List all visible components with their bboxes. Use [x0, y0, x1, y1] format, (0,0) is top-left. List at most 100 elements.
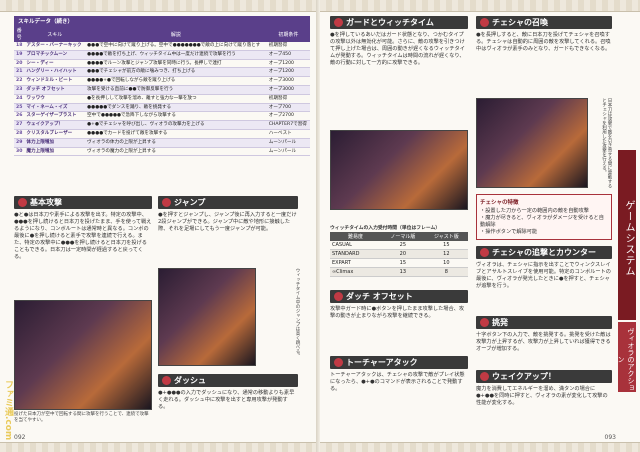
- guard-title: ガードとウィッチタイム: [330, 16, 468, 29]
- skill-num-cell: 26: [14, 111, 25, 122]
- skill-name-cell: ブロマチックムーン: [24, 50, 86, 60]
- offset-text: 攻撃中ガード時に●ボタンを押したまま攻撃した場合、攻撃の動きが止まりながら攻撃を…: [330, 306, 465, 319]
- skill-table-header: 解説: [85, 26, 267, 42]
- skill-desc-cell: 空中で●●●●●で急降下しながら攻撃する: [85, 111, 267, 122]
- provoke-title: 挑発: [476, 316, 612, 329]
- window-table: 難易度 ノーマル版 ジャスト版 CASUAL 25 15 STANDARD 20 12 EXPA…: [330, 232, 468, 277]
- skill-num-cell: 30: [14, 147, 25, 157]
- table-row: 29 体力上限増加 ヴィオラの体力の上限が上昇する ムーンパール: [14, 138, 310, 148]
- dash-section: ダッシュ ●+●●●の入力でダッシュになり、通常の移動よりも素早く走れる。ダッシ…: [158, 374, 298, 411]
- window-table-cell: ∞Climax: [330, 267, 381, 277]
- jump-title: ジャンプ: [158, 196, 298, 209]
- wakeup-title: ウェイクアップ！: [476, 370, 612, 383]
- skill-cond-cell: オーブ3000: [266, 76, 310, 86]
- skill-name-cell: 体力上限増加: [24, 138, 86, 148]
- skill-num-cell: 20: [14, 59, 25, 69]
- cheshire-text: ●を長押しすると、敵に日本刀を投げてチェシャを召喚する。チェシャは自動的に周囲の…: [476, 32, 611, 52]
- cheshire-screenshot: [476, 98, 588, 188]
- skill-name-cell: シー・ディー: [24, 59, 86, 69]
- table-row: 20 シー・ディー ●●●●でルーン攻撃とジャンプ攻撃を同時に行う。長押しで連打 オー…: [14, 59, 310, 69]
- table-row: ∞Climax 13 8: [330, 267, 468, 277]
- skill-name-cell: ハングリー・ハイハット: [24, 67, 86, 78]
- top-ornament: [0, 0, 318, 12]
- table-row: CASUAL 25 15: [330, 241, 468, 250]
- skill-name-cell: ダッチ オフセット: [24, 85, 86, 95]
- jump-section: ジャンプ ●を押すとジャンプし、ジャンプ後に再入力すると一度だけ2段ジャンプがで…: [158, 196, 298, 233]
- guard-section: ガードとウィッチタイム ●を押しているあいだはガード状態となり、つかむタイプの攻…: [330, 16, 468, 67]
- section-mark-icon: [162, 198, 171, 207]
- cheshire-title: チェシャの召喚: [476, 16, 612, 29]
- skill-desc-cell: ●を長押しして攻撃を溜め、離すと強力な一撃を放つ: [85, 94, 267, 104]
- left-page: スキルデータ（続き） 番号 スキル 解説 初期条件 18 アスター・バーナーキック ●●●…: [0, 0, 318, 452]
- table-row: 23 ダッチ オフセット 攻撃を受ける直前に●●で防御反撃を行う オーブ3000: [14, 85, 310, 95]
- provoke-text: 十字ボタン下の入力で、敵を挑発する。挑発を受けた敵は攻撃力が上昇するが、攻撃力が…: [476, 332, 611, 352]
- table-row: 28 クリスタルブレーザー ●●●●でカードを投げて敵を攻撃する ハーベスト: [14, 129, 310, 139]
- skill-name-cell: ワッワウ: [24, 94, 86, 104]
- cheshire-screenshot-caption: 日本刀は攻撃で敵を引き寄せる間に発動するとチェシャを利用した攻撃を行える。: [601, 98, 613, 188]
- skill-cond-cell: オーブ700: [266, 103, 310, 113]
- table-row: 26 スターゲイザーブラスト 空中で●●●●●で急降下しながら攻撃する オーブ2700: [14, 111, 310, 122]
- jump-screenshot-caption: ウィッチタイム中のジャンプは高く跳べる。: [295, 268, 300, 358]
- window-table-header: ノーマル版: [380, 232, 425, 241]
- skill-num-cell: 29: [14, 138, 25, 148]
- skill-table-header: 番号: [14, 26, 25, 42]
- cheshire-note-title: チェシャの特徴: [480, 200, 519, 206]
- skill-name-cell: クリスタルブレーザー: [24, 129, 86, 139]
- skill-table-title: スキルデータ（続き）: [14, 16, 310, 26]
- jump-screenshot: [158, 268, 256, 366]
- skill-desc-cell: ●●●●でカードを投げて敵を攻撃する: [85, 129, 267, 139]
- table-row: EXPART 15 10: [330, 258, 468, 268]
- window-table-cell: 25: [380, 241, 425, 250]
- offset-section: ダッチ オフセット 攻撃中ガード時に●ボタンを押したまま攻撃した場合、攻撃の動き…: [330, 290, 468, 320]
- cheshire-combo-text: ヴィオラは、チェシャに指示を出すことでウィンクスレイブとアサルトスレイブを使用可…: [476, 262, 611, 289]
- skill-cond-cell: ムーンパール: [266, 138, 310, 148]
- topple-section: トーチャーアタック トーチャーアタックは、チェシャの攻撃で敵がプレイ状態になった…: [330, 356, 468, 393]
- wakeup-section: ウェイクアップ！ 魔力を消費してエネルギーを溜め、満タンの場合に●+●●を同時に…: [476, 370, 612, 407]
- window-table-cell: 13: [380, 267, 425, 277]
- skill-cond-cell: オーブ1200: [266, 67, 310, 78]
- offset-title: ダッチ オフセット: [330, 290, 468, 303]
- table-row: 21 ハングリー・ハイハット ●●●でチェシャが前方の敵に噛みつき、打ち上げる オーブ…: [14, 67, 310, 78]
- right-page-number: 093: [604, 434, 616, 441]
- skill-cond-cell: 初期習得: [266, 94, 310, 104]
- table-row: 25 マイ・ネーム・イズ ●●●●●でダンスを踊り、敵を挑発する オーブ700: [14, 103, 310, 113]
- table-row: 19 ブロマチックムーン ●●●●で敵を打ち上げ、ウィッチタイム中は一度だけ連続で攻…: [14, 50, 310, 60]
- window-table-cell: 20: [380, 249, 425, 259]
- wakeup-text: 魔力を消費してエネルギーを溜め、満タンの場合に●+●●を同時に押すと、ヴィオラの…: [476, 386, 608, 406]
- skill-name-cell: 魔力上限増加: [24, 147, 86, 157]
- basic-attack-section: 基本攻撃 ●と●は日本刀や素手による攻撃を出す。特定の攻撃中、●●●を押し続ける…: [14, 196, 152, 261]
- skill-cond-cell: ハーベスト: [266, 129, 310, 139]
- skill-desc-cell: ヴィオラの体力の上限が上昇する: [85, 138, 267, 148]
- bottom-ornament: [0, 442, 318, 452]
- basic-attack-title: 基本攻撃: [14, 196, 152, 209]
- skill-table-block: スキルデータ（続き） 番号 スキル 解説 初期条件 18 アスター・バーナーキック ●●●…: [14, 16, 310, 157]
- table-row: 24 ワッワウ ●を長押しして攻撃を溜め、離すと強力な一撃を放つ 初期習得: [14, 94, 310, 104]
- chapter-side-subtab: ヴィオラのアクション: [617, 322, 636, 392]
- window-table-header: ジャスト版: [424, 232, 468, 241]
- skill-num-cell: 21: [14, 67, 25, 78]
- section-mark-icon: [18, 198, 27, 207]
- cheshire-section: チェシャの召喚 ●を長押しすると、敵に日本刀を投げてチェシャを召喚する。チェシャ…: [476, 16, 612, 53]
- skill-desc-cell: ●●●●+●で回転しながら敵を蹴り上げる: [85, 76, 267, 86]
- cheshire-note-box: チェシャの特徴 ・設置した刀から一定の範囲内の敵を自動攻撃 ・魔力が尽きると、ヴィ…: [476, 194, 612, 240]
- skill-name-cell: ウェイクアップ！: [24, 120, 86, 130]
- section-mark-icon: [334, 18, 343, 27]
- list-item: ・操作ボタンで解除可能: [480, 229, 538, 235]
- skill-num-cell: 19: [14, 50, 25, 60]
- skill-cond-cell: オーブ1200: [266, 59, 310, 69]
- skill-cond-cell: CHAPTER7で習得: [266, 120, 310, 130]
- dash-text: ●+●●●の入力でダッシュになり、通常の移動よりも素早く走れる。ダッシュ中に攻撃…: [158, 390, 295, 410]
- skill-desc-cell: ●●●でチェシャが前方の敵に噛みつき、打ち上げる: [85, 67, 267, 78]
- skill-table-header: スキル: [24, 26, 86, 42]
- basic-attack-screenshot-caption: 投げた日本刀が空中で回転する間に攻撃を行うことで、連続で攻撃を当てやすい。: [14, 412, 149, 423]
- guard-screenshot: [330, 130, 468, 210]
- window-table-cell: 12: [424, 249, 468, 259]
- skill-desc-cell: ●●●●●でダンスを踊り、敵を挑発する: [85, 103, 267, 113]
- site-watermark: ファミ通.com: [3, 379, 13, 440]
- bottom-ornament: [320, 442, 640, 452]
- cheshire-note-list: ・設置した刀から一定の範囲内の敵を自動攻撃 ・魔力が尽きると、ヴィオラがダメージを…: [480, 208, 608, 236]
- section-mark-icon: [480, 318, 489, 327]
- topple-text: トーチャーアタックは、チェシャの攻撃で敵がプレイ状態になったら、●+●のコマンド…: [330, 372, 465, 392]
- skill-name-cell: ウィンドミル・ビート: [24, 76, 86, 86]
- window-table-header: 難易度: [330, 232, 381, 241]
